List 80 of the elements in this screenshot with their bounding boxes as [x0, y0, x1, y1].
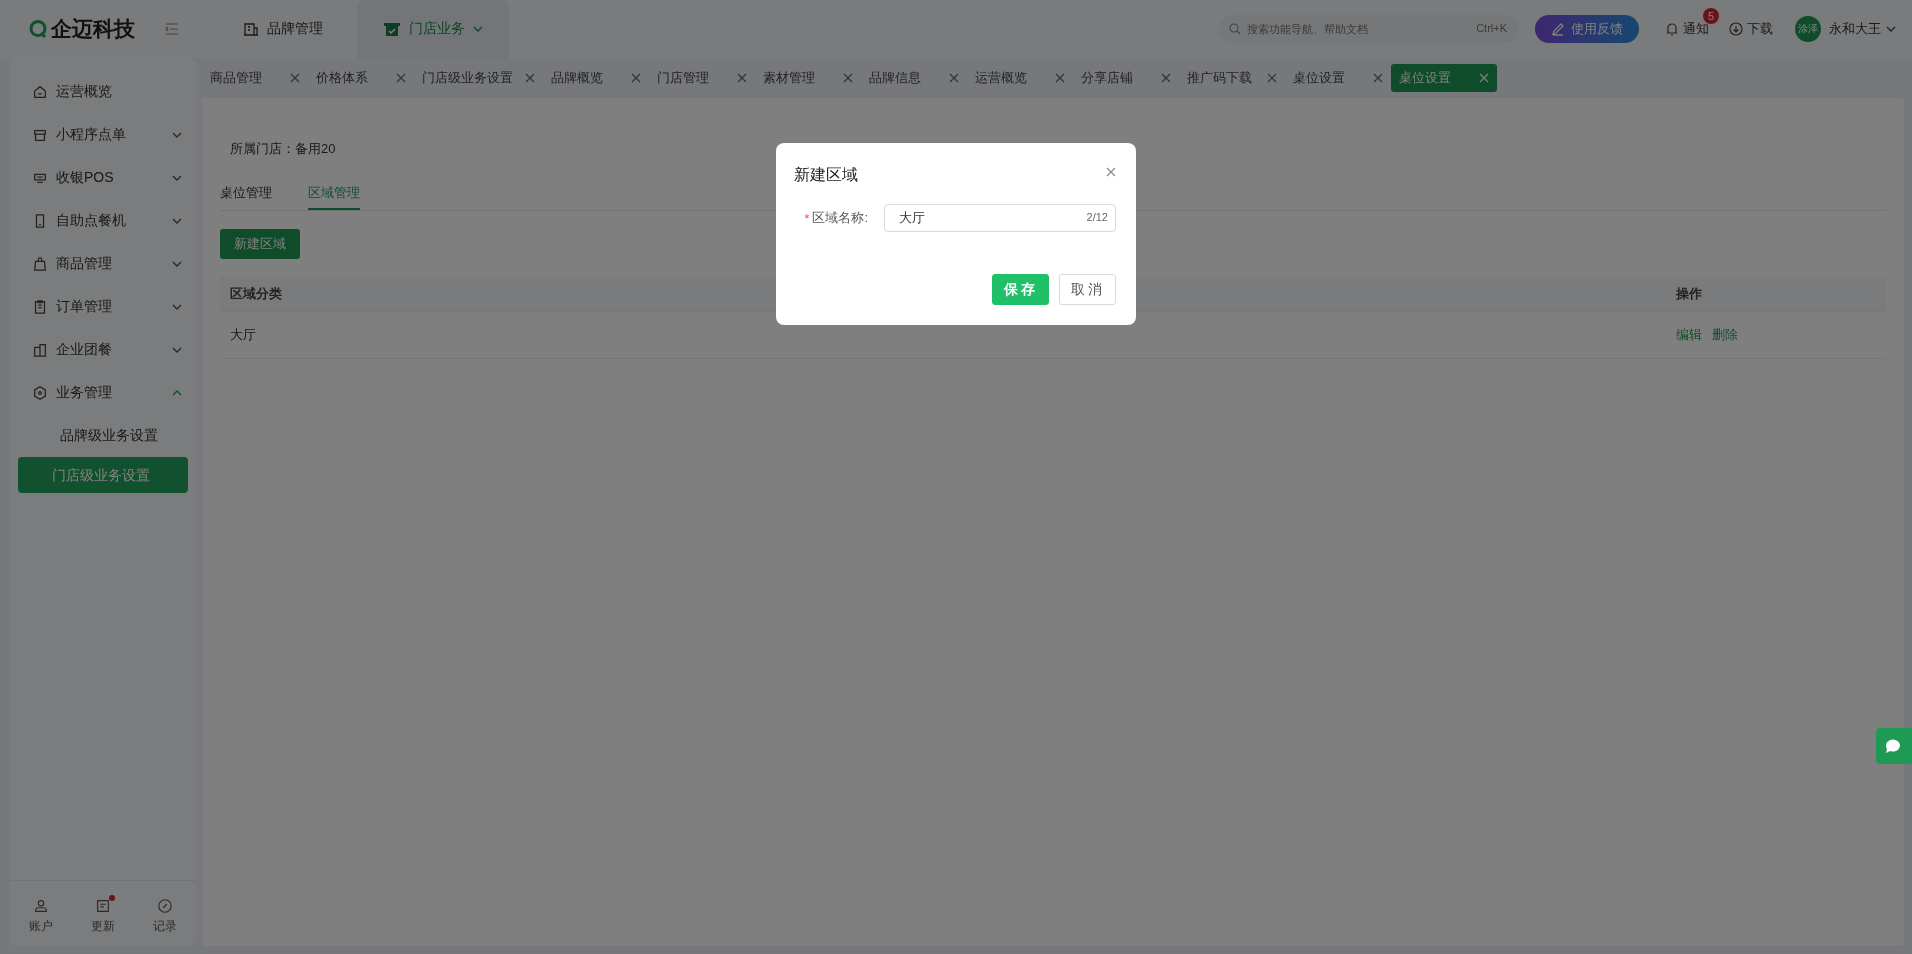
caret-icon — [473, 25, 483, 33]
building-icon — [32, 341, 48, 358]
sidebar-item[interactable]: 运营概览 — [10, 70, 196, 113]
download-button[interactable]: 下载 — [1723, 20, 1779, 38]
bag-icon — [32, 255, 48, 272]
footer-button[interactable]: 记录 — [147, 897, 183, 936]
close-icon[interactable] — [396, 73, 406, 83]
char-counter: 2/12 — [1086, 211, 1108, 223]
close-icon[interactable] — [949, 73, 959, 83]
sidebar-subitem[interactable]: 品牌级业务设置 — [18, 414, 188, 457]
user-avatar[interactable]: 涂泽 — [1795, 16, 1821, 42]
pen-icon — [1551, 22, 1565, 36]
field-label: 区域名称: — [812, 209, 868, 227]
sub-tab[interactable]: 区域管理 — [308, 184, 360, 210]
close-icon[interactable] — [843, 73, 853, 83]
home-icon — [32, 83, 48, 100]
search-icon — [1229, 23, 1241, 35]
logo-icon — [28, 19, 48, 39]
close-icon[interactable] — [631, 73, 641, 83]
close-icon[interactable] — [1055, 73, 1065, 83]
close-icon[interactable] — [737, 73, 747, 83]
close-icon[interactable] — [1106, 167, 1116, 177]
document-icon — [95, 898, 111, 914]
sidebar-item[interactable]: 小程序点单 — [10, 113, 196, 156]
action-link[interactable]: 编辑 — [1676, 326, 1702, 344]
dialog-title: 新建区域 — [794, 165, 858, 185]
page-tab[interactable]: 价格体系 — [308, 64, 414, 92]
action-link[interactable]: 删除 — [1712, 326, 1738, 344]
chat-button[interactable] — [1876, 728, 1912, 764]
column-header: 区域分类 — [230, 286, 282, 301]
page-tab[interactable]: 门店管理 — [649, 64, 755, 92]
sidebar-item[interactable]: 业务管理 — [10, 371, 196, 414]
nav-tab[interactable]: 品牌管理 — [217, 0, 349, 58]
shop-icon — [383, 21, 401, 37]
new-area-button[interactable]: 新建区域 — [220, 229, 300, 259]
close-icon[interactable] — [525, 73, 535, 83]
close-icon[interactable] — [290, 73, 300, 83]
notification-badge: 5 — [1703, 8, 1719, 24]
sidebar-item[interactable]: 企业团餐 — [10, 328, 196, 371]
page-tab[interactable]: 桌位设置 — [1391, 64, 1497, 92]
bell-icon — [1665, 21, 1679, 37]
close-icon[interactable] — [1267, 73, 1277, 83]
column-header: 操作 — [1676, 286, 1702, 301]
page-tab[interactable]: 品牌信息 — [861, 64, 967, 92]
sidebar-item[interactable]: 商品管理 — [10, 242, 196, 285]
page-tab[interactable]: 品牌概览 — [543, 64, 649, 92]
page-tab[interactable]: 运营概览 — [967, 64, 1073, 92]
shortcut-hint: Ctrl+K — [1476, 22, 1507, 34]
download-icon — [1729, 22, 1743, 36]
page-tab[interactable]: 分享店铺 — [1073, 64, 1179, 92]
clipboard-icon — [32, 298, 48, 315]
caret-icon — [1886, 25, 1896, 33]
required-mark: * — [804, 210, 810, 226]
sidebar-item[interactable]: 收银POS — [10, 156, 196, 199]
sidebar-subitem[interactable]: 门店级业务设置 — [18, 457, 188, 493]
page-tab[interactable]: 商品管理 — [202, 64, 308, 92]
user-icon — [33, 898, 49, 914]
user-menu[interactable]: 永和大王 — [1829, 20, 1896, 38]
page-tab[interactable]: 素材管理 — [755, 64, 861, 92]
page-tab[interactable]: 推广码下载 — [1179, 64, 1285, 92]
footer-button[interactable]: 账户 — [23, 897, 59, 936]
feedback-button[interactable]: 使用反馈 — [1535, 15, 1639, 43]
page-tab[interactable]: 桌位设置 — [1285, 64, 1391, 92]
hexagon-icon — [32, 384, 48, 401]
save-button[interactable]: 保存 — [992, 274, 1049, 305]
sidebar-item[interactable]: 订单管理 — [10, 285, 196, 328]
page-tab[interactable]: 门店级业务设置 — [414, 64, 543, 92]
building-icon — [243, 21, 259, 37]
cancel-button[interactable]: 取消 — [1059, 274, 1116, 305]
logo-text: 企迈科技 — [51, 16, 135, 42]
close-icon[interactable] — [1373, 73, 1383, 83]
clock-icon — [157, 898, 173, 914]
sidebar-item[interactable]: 自助点餐机 — [10, 199, 196, 242]
menu-icon[interactable] — [165, 23, 179, 35]
nav-tab[interactable]: 门店业务 — [357, 0, 509, 58]
close-icon[interactable] — [1161, 73, 1171, 83]
store-label: 所属门店：备用20 — [230, 141, 336, 156]
footer-button[interactable]: 更新 — [85, 897, 121, 936]
sub-tab[interactable]: 桌位管理 — [220, 184, 272, 210]
table-cell: 大厅 — [230, 327, 256, 342]
